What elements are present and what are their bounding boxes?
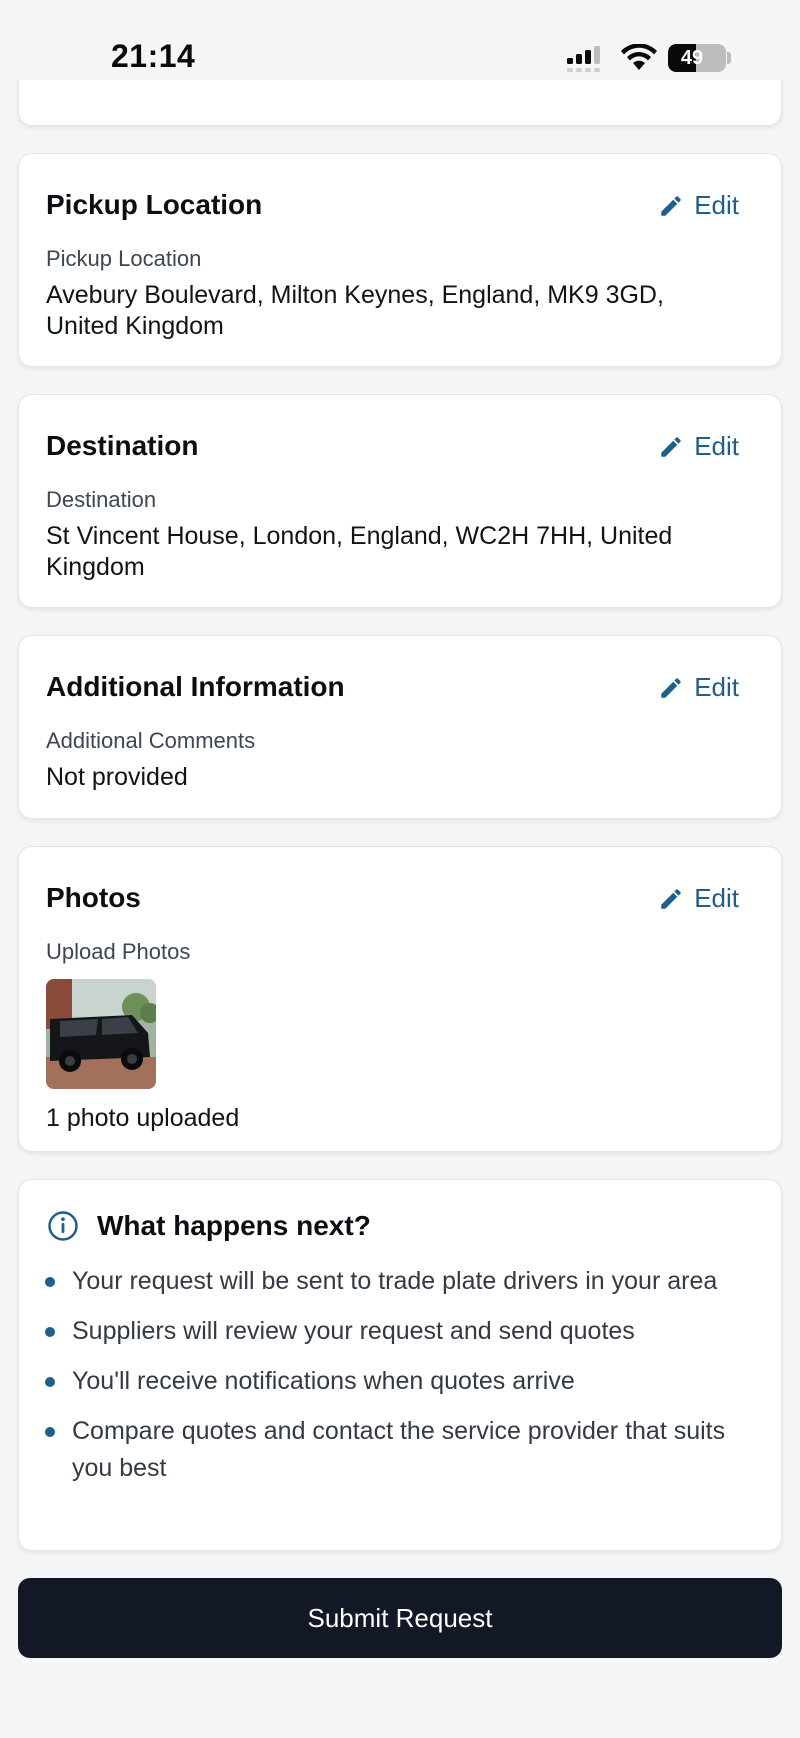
next-steps-list: Your request will be sent to trade plate… <box>45 1263 741 1500</box>
field-label: Additional Comments <box>46 728 256 753</box>
list-item: Compare quotes and contact the service p… <box>45 1413 741 1487</box>
wifi-icon <box>621 44 657 70</box>
pickup-location-card: Pickup Location Edit Pickup Location Ave… <box>18 153 782 367</box>
submit-request-button[interactable]: Submit Request <box>18 1578 782 1658</box>
pencil-icon <box>661 677 681 698</box>
next-steps-title: What happens next? <box>97 1210 371 1241</box>
edit-label: Edit <box>694 883 739 913</box>
field-value: Not provided <box>46 763 188 791</box>
list-item: Suppliers will review your request and s… <box>45 1313 741 1350</box>
card-title: Pickup Location <box>46 189 263 220</box>
status-time: 21:14 <box>111 38 196 74</box>
edit-label: Edit <box>694 190 739 220</box>
pencil-icon <box>661 888 681 909</box>
card-title: Additional Information <box>46 671 345 702</box>
edit-additional-button[interactable]: Edit <box>658 672 739 703</box>
edit-destination-button[interactable]: Edit <box>658 431 739 462</box>
destination-card: Destination Edit Destination St Vincent … <box>18 394 782 608</box>
cellular-signal-icon <box>567 46 600 72</box>
pencil-icon <box>661 195 681 216</box>
field-value: St Vincent House, London, England, WC2H … <box>46 522 673 581</box>
edit-label: Edit <box>694 431 739 461</box>
card-title: Destination <box>46 430 199 461</box>
list-item: You'll receive notifications when quotes… <box>45 1363 741 1400</box>
battery-cap <box>727 52 731 64</box>
edit-label: Edit <box>694 672 739 702</box>
photo-status: 1 photo uploaded <box>46 1104 240 1132</box>
info-icon <box>48 1211 78 1241</box>
edit-photos-button[interactable]: Edit <box>658 883 739 914</box>
edit-pickup-button[interactable]: Edit <box>658 190 739 221</box>
field-value: Avebury Boulevard, Milton Keynes, Englan… <box>46 281 664 340</box>
photos-card: Photos Edit Upload Photos 1 photo upload… <box>18 846 782 1152</box>
card-title: Photos <box>46 882 141 913</box>
next-steps-card: What happens next? Your request will be … <box>18 1179 782 1551</box>
battery-percentage: 49 <box>680 47 704 69</box>
field-label: Pickup Location <box>46 246 202 271</box>
pencil-icon <box>661 436 681 457</box>
photo-thumbnail[interactable] <box>46 979 156 1089</box>
field-label: Destination <box>46 487 157 512</box>
additional-information-card: Additional Information Edit Additional C… <box>18 635 782 819</box>
previous-card <box>18 80 782 126</box>
battery-icon: 49 <box>668 44 726 72</box>
list-item: Your request will be sent to trade plate… <box>45 1263 741 1300</box>
field-label: Upload Photos <box>46 939 191 964</box>
car-photo-icon <box>46 979 156 1089</box>
